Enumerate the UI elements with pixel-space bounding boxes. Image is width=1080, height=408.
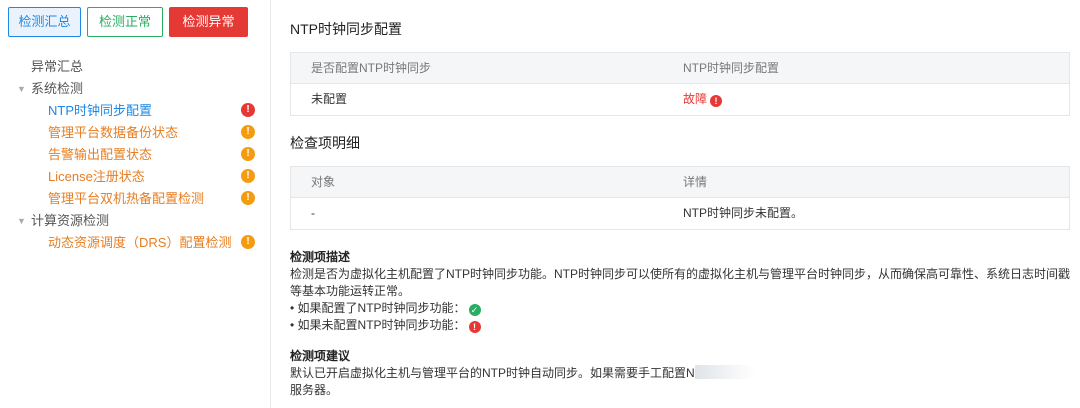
caret-down-icon[interactable]: ▼ bbox=[17, 210, 26, 232]
warning-icon: ! bbox=[241, 147, 255, 161]
tree-item-label: License注册状态 bbox=[48, 169, 145, 184]
tree-group-system[interactable]: ▼ 系统检测 bbox=[0, 78, 270, 100]
tree-item-label: 动态资源调度（DRS）配置检测 bbox=[48, 235, 232, 250]
description-text: 检测是否为虚拟化主机配置了NTP时钟同步功能。NTP时钟同步可以使所有的虚拟化主… bbox=[290, 267, 1071, 298]
table-cell: - bbox=[311, 206, 315, 220]
column-header: 是否配置NTP时钟同步 bbox=[311, 61, 432, 75]
tree-item-label: 管理平台数据备份状态 bbox=[48, 125, 179, 140]
filter-summary-button[interactable]: 检测汇总 bbox=[8, 7, 81, 37]
detail-section-title: 检查项明细 bbox=[290, 135, 360, 151]
tree-item-ha[interactable]: 管理平台双机热备配置检测 ! bbox=[0, 188, 270, 210]
tree-item-label: NTP时钟同步配置 bbox=[48, 103, 153, 118]
table-cell: NTP时钟同步未配置。 bbox=[683, 206, 804, 220]
tree-item-label: 管理平台双机热备配置检测 bbox=[48, 191, 205, 206]
fault-status-text: 故障 bbox=[683, 92, 708, 106]
table-cell: 故障! bbox=[663, 84, 1069, 115]
tree-group-label: 系统检测 bbox=[31, 81, 84, 96]
table-cell: 未配置 bbox=[311, 92, 348, 106]
column-header: NTP时钟同步配置 bbox=[683, 61, 780, 75]
description-block: 检测项描述 检测是否为虚拟化主机配置了NTP时钟同步功能。NTP时钟同步可以使所… bbox=[290, 249, 1070, 334]
tree-group-compute[interactable]: ▼ 计算资源检测 bbox=[0, 210, 270, 232]
suggestion-text-line: 服务器。 bbox=[290, 383, 339, 397]
error-icon: ! bbox=[241, 103, 255, 117]
caret-down-icon[interactable]: ▼ bbox=[17, 78, 26, 100]
tooltip-overlay bbox=[694, 365, 755, 379]
page-title: NTP时钟同步配置 bbox=[290, 21, 402, 37]
warning-icon: ! bbox=[241, 125, 255, 139]
warning-icon: ! bbox=[241, 235, 255, 249]
error-icon: ! bbox=[468, 321, 481, 333]
tree-item-license[interactable]: License注册状态 ! bbox=[0, 166, 270, 188]
suggestion-heading: 检测项建议 bbox=[290, 349, 351, 363]
tree-item-backup[interactable]: 管理平台数据备份状态 ! bbox=[0, 122, 270, 144]
tree-item-drs[interactable]: 动态资源调度（DRS）配置检测 ! bbox=[0, 232, 270, 254]
column-header: 对象 bbox=[311, 175, 336, 189]
filter-abnormal-button[interactable]: 检测异常 bbox=[169, 7, 248, 37]
tree-item-alarm-output[interactable]: 告警输出配置状态 ! bbox=[0, 144, 270, 166]
config-table: 是否配置NTP时钟同步 NTP时钟同步配置 未配置 故障! bbox=[290, 52, 1070, 116]
suggestion-text-line: 默认已开启虚拟化主机与管理平台的NTP时钟自动同步。如果需要手工配置N bbox=[290, 365, 1070, 382]
tree-root-abnormal-summary[interactable]: 异常汇总 bbox=[0, 56, 270, 78]
tree-group-label: 计算资源检测 bbox=[31, 213, 110, 228]
suggestion-block: 检测项建议 默认已开启虚拟化主机与管理平台的NTP时钟自动同步。如果需要手工配置… bbox=[290, 348, 1070, 399]
tree-item-label: 告警输出配置状态 bbox=[48, 147, 153, 162]
table-row: - NTP时钟同步未配置。 bbox=[291, 197, 1069, 229]
filter-bar: 检测汇总 检测正常 检测异常 bbox=[8, 7, 248, 37]
warning-icon: ! bbox=[241, 169, 255, 183]
table-row: 未配置 故障! bbox=[291, 83, 1069, 115]
check-circle-icon: ✓ bbox=[468, 304, 481, 316]
check-tree: 异常汇总 ▼ 系统检测 NTP时钟同步配置 ! 管理平台数据备份状态 ! 告警输… bbox=[0, 56, 270, 254]
bullet-not-configured: • 如果未配置NTP时钟同步功能：! bbox=[290, 317, 1070, 334]
table-header: 对象 详情 bbox=[291, 167, 1069, 197]
left-pane: 检测汇总 检测正常 检测异常 异常汇总 ▼ 系统检测 NTP时钟同步配置 ! 管… bbox=[0, 0, 271, 408]
tree-item-ntp[interactable]: NTP时钟同步配置 ! bbox=[0, 100, 270, 122]
filter-normal-button[interactable]: 检测正常 bbox=[87, 7, 163, 37]
description-heading: 检测项描述 bbox=[290, 250, 351, 264]
error-icon: ! bbox=[710, 95, 723, 107]
table-header: 是否配置NTP时钟同步 NTP时钟同步配置 bbox=[291, 53, 1069, 83]
warning-icon: ! bbox=[241, 191, 255, 205]
detail-table: 对象 详情 - NTP时钟同步未配置。 bbox=[290, 166, 1070, 230]
column-header: 详情 bbox=[683, 175, 708, 189]
bullet-configured: • 如果配置了NTP时钟同步功能： ✓ bbox=[290, 300, 1070, 317]
